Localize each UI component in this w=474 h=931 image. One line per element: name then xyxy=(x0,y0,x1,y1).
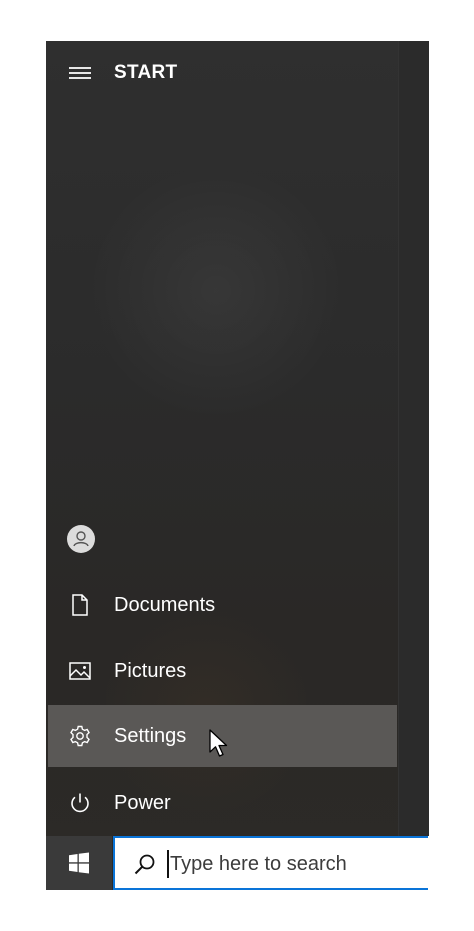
windows-logo-icon xyxy=(68,852,90,874)
pictures-icon xyxy=(68,659,92,683)
start-title: START xyxy=(114,62,178,83)
tile-area-edge xyxy=(398,41,429,836)
menu-item-label: Pictures xyxy=(114,660,187,682)
menu-item-label: Power xyxy=(114,792,171,814)
start-button[interactable] xyxy=(46,836,112,890)
hamburger-menu-icon[interactable] xyxy=(68,64,92,82)
search-input[interactable] xyxy=(167,850,425,878)
menu-item-pictures[interactable]: Pictures xyxy=(48,640,397,702)
mouse-cursor-icon xyxy=(208,729,230,759)
search-icon xyxy=(133,852,157,876)
text-caret xyxy=(167,850,169,878)
menu-item-label: Documents xyxy=(114,594,216,616)
menu-item-power[interactable]: Power xyxy=(48,772,397,834)
menu-item-documents[interactable]: Documents xyxy=(48,574,397,636)
menu-item-label: Settings xyxy=(114,725,187,747)
power-icon xyxy=(68,791,92,815)
gear-icon xyxy=(68,724,92,748)
taskbar-search-box[interactable] xyxy=(113,836,428,890)
user-avatar-icon[interactable] xyxy=(67,525,95,553)
document-icon xyxy=(68,593,92,617)
